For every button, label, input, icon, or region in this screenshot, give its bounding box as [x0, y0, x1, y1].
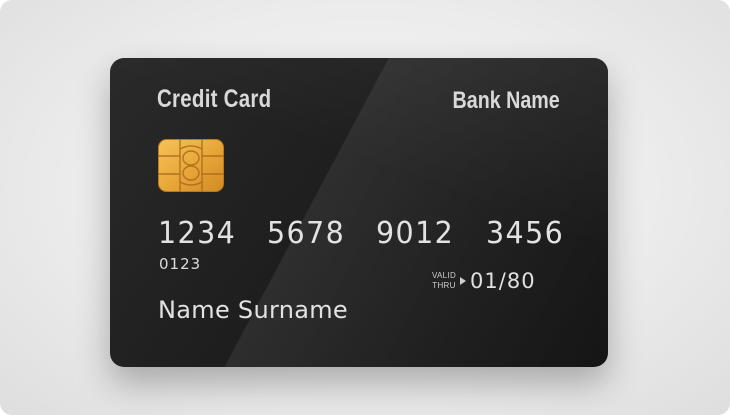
card-title: Credit Card: [157, 85, 272, 113]
card-number-group-2: 5678: [267, 216, 346, 251]
card-number-group-1: 1234: [158, 216, 237, 251]
card-number: 1234 5678 9012 3456: [158, 216, 568, 251]
credit-card: Credit Card Bank Name 1234 5678 9012 345…: [110, 58, 608, 367]
bank-name: Bank Name: [452, 87, 560, 114]
emv-chip-icon: [158, 139, 224, 192]
valid-label-line1: VALID: [432, 271, 457, 280]
valid-thru-label: VALID THRU: [432, 271, 456, 291]
card-number-group-4: 3456: [485, 216, 564, 251]
card-holder-name: Name Surname: [158, 296, 348, 324]
triangle-right-icon: [460, 277, 467, 285]
card-small-number: 0123: [159, 255, 202, 273]
card-number-group-3: 9012: [376, 216, 455, 251]
valid-label-line2: THRU: [432, 281, 456, 290]
valid-thru-block: VALID THRU 01/80: [432, 269, 536, 293]
expiry-date: 01/80: [470, 269, 536, 293]
background-frame: Credit Card Bank Name 1234 5678 9012 345…: [0, 0, 730, 415]
